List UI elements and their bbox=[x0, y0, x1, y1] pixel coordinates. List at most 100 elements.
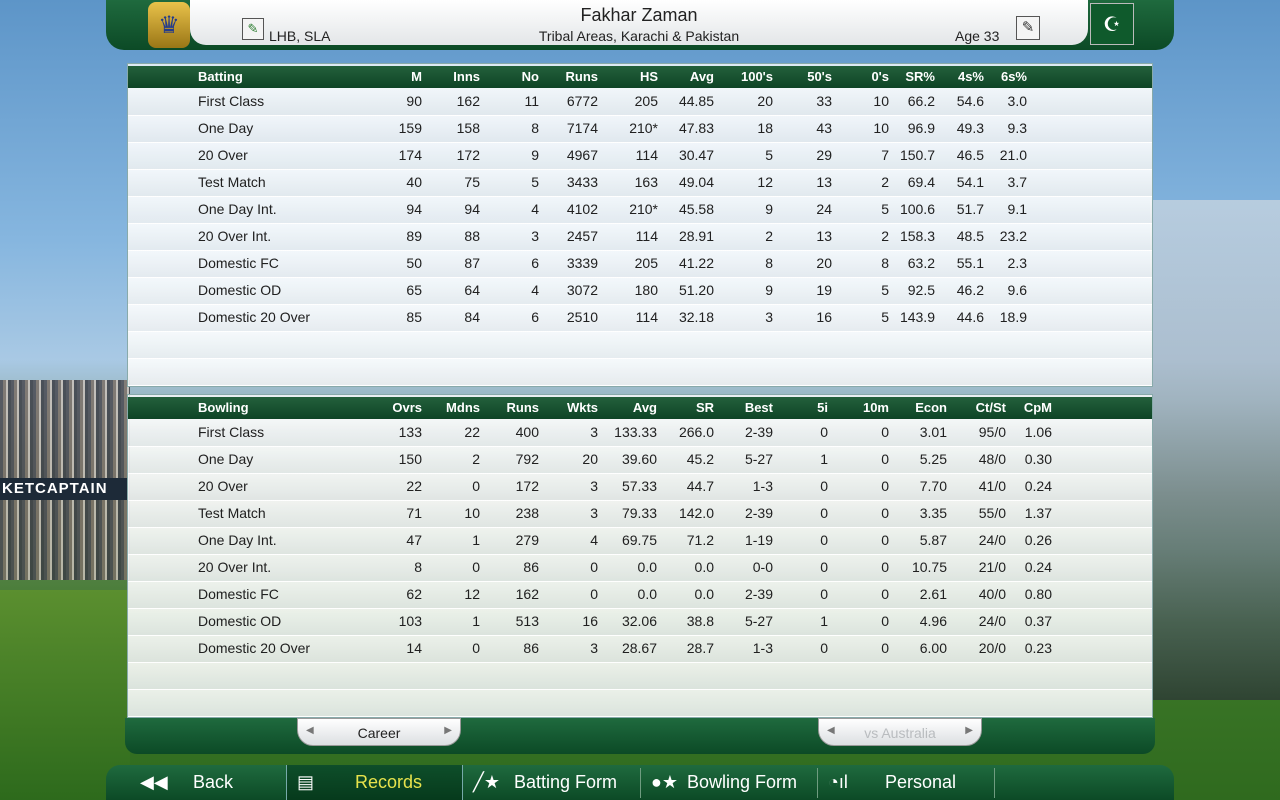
stat-cell: 2 bbox=[765, 228, 773, 244]
batting-column-header[interactable]: No bbox=[485, 66, 539, 88]
batting-column-header[interactable]: SR% bbox=[890, 66, 935, 88]
edit-icon[interactable]: ✎ bbox=[1016, 16, 1040, 40]
batting-column-header[interactable]: Inns bbox=[426, 66, 480, 88]
stat-cell: 133 bbox=[398, 424, 422, 440]
player-age: Age 33 bbox=[955, 28, 1000, 44]
stat-cell: 210* bbox=[629, 201, 658, 217]
stat-cell: 3.01 bbox=[919, 424, 947, 440]
stat-cell: 174 bbox=[398, 147, 422, 163]
stat-cell: 1.06 bbox=[1024, 424, 1052, 440]
stat-cell: 50 bbox=[406, 255, 422, 271]
bowling-column-header[interactable]: Wkts bbox=[541, 397, 598, 419]
bowling-column-header[interactable]: Mdns bbox=[426, 397, 480, 419]
stat-cell: 5-27 bbox=[744, 613, 773, 629]
bowling-column-header[interactable]: Avg bbox=[599, 397, 657, 419]
bowling-column-header[interactable]: Bowling bbox=[198, 397, 368, 419]
bowling-column-header[interactable]: Best bbox=[721, 397, 773, 419]
batting-column-header[interactable]: 50's bbox=[780, 66, 832, 88]
stat-cell: 69.75 bbox=[621, 532, 657, 548]
arrow-right-icon[interactable]: ▶ bbox=[444, 725, 452, 736]
batting-column-header[interactable]: M bbox=[368, 66, 422, 88]
table-row: First Class 90 162 11 6772 205 44.85 20 33 10 66.2… bbox=[128, 88, 1152, 116]
stat-cell: 43 bbox=[816, 120, 832, 136]
bowling-form-tab[interactable]: ●★ Bowling Form bbox=[641, 765, 817, 800]
bowling-column-header[interactable]: Ct/St bbox=[950, 397, 1006, 419]
stat-cell: 46.5 bbox=[956, 147, 984, 163]
bowling-column-header[interactable]: 5i bbox=[780, 397, 828, 419]
batting-column-header[interactable]: 100's bbox=[721, 66, 773, 88]
stat-cell: 8 bbox=[881, 255, 889, 271]
stat-cell: 0 bbox=[881, 505, 889, 521]
arrow-left-icon[interactable]: ◀ bbox=[306, 725, 314, 736]
batting-column-header[interactable]: Avg bbox=[660, 66, 714, 88]
personal-tab[interactable]: ◔ıl Personal bbox=[818, 765, 994, 800]
stat-cell: 205 bbox=[634, 255, 658, 271]
stat-cell: 279 bbox=[515, 532, 539, 548]
stat-cell: 162 bbox=[456, 93, 480, 109]
stat-cell: 1-19 bbox=[744, 532, 773, 548]
stat-cell: 159 bbox=[398, 120, 422, 136]
stat-cell: 9.1 bbox=[1007, 201, 1027, 217]
opponent-selector[interactable]: ◀ vs Australia ▶ bbox=[818, 718, 982, 746]
stat-cell: 3 bbox=[765, 309, 773, 325]
stat-cell: 0 bbox=[590, 559, 598, 575]
batting-column-header[interactable]: Runs bbox=[541, 66, 599, 88]
batting-column-header[interactable]: 4s% bbox=[938, 66, 984, 88]
stat-cell: 94 bbox=[406, 201, 422, 217]
stat-cell: 9.6 bbox=[1007, 282, 1027, 298]
bowling-column-header[interactable]: Econ bbox=[890, 397, 947, 419]
stat-cell: 40 bbox=[406, 174, 422, 190]
batting-column-header[interactable]: Batting bbox=[198, 66, 368, 88]
stat-cell: 4 bbox=[531, 201, 539, 217]
stat-cell: 0 bbox=[590, 586, 598, 602]
arrow-left-icon[interactable]: ◀ bbox=[827, 725, 835, 736]
stat-cell: 44.85 bbox=[678, 93, 714, 109]
bowling-column-header[interactable]: CpM bbox=[1008, 397, 1052, 419]
stat-cell: 84 bbox=[464, 309, 480, 325]
table-row: One Day Int. 94 94 4 4102 210* 45.58 9 24 5 100.6 5… bbox=[128, 196, 1152, 224]
bowling-column-header[interactable]: Ovrs bbox=[368, 397, 422, 419]
stat-cell: 162 bbox=[515, 586, 539, 602]
stat-cell: 75 bbox=[464, 174, 480, 190]
bowling-column-header[interactable]: 10m bbox=[839, 397, 889, 419]
batting-column-header[interactable]: 0's bbox=[839, 66, 889, 88]
stat-cell: 5.87 bbox=[919, 532, 947, 548]
back-button[interactable]: ◀◀ Back bbox=[130, 765, 285, 800]
stat-cell: 12 bbox=[464, 586, 480, 602]
stat-cell: 86 bbox=[523, 559, 539, 575]
row-label: Domestic FC bbox=[198, 255, 279, 271]
bowling-header-row: Bowling Ovrs Mdns Runs Wkts Avg SR Best 5i 10m Eco… bbox=[128, 397, 1152, 419]
stat-cell: 5 bbox=[531, 174, 539, 190]
stat-cell: 51.7 bbox=[956, 201, 984, 217]
table-row: 20 Over Int. 8 0 86 0 0.0 0.0 0-0 0 0 10.75 21/0 0.2… bbox=[128, 554, 1152, 582]
batting-form-tab[interactable]: ╱★ Batting Form bbox=[463, 765, 640, 800]
stat-cell: 1 bbox=[472, 613, 480, 629]
career-selector[interactable]: ◀ Career ▶ bbox=[297, 718, 461, 746]
arrow-right-icon[interactable]: ▶ bbox=[965, 725, 973, 736]
batting-column-header[interactable]: 6s% bbox=[986, 66, 1027, 88]
empty-row bbox=[128, 689, 1152, 717]
table-row: 20 Over 22 0 172 3 57.33 44.7 1-3 0 0 7.70 41/0 0.24 bbox=[128, 473, 1152, 501]
stat-cell: 89 bbox=[406, 228, 422, 244]
player-name: Fakhar Zaman bbox=[580, 5, 698, 25]
stat-cell: 3 bbox=[590, 505, 598, 521]
cricket-ball-icon: ●★ bbox=[651, 772, 679, 792]
table-row: Domestic OD 103 1 513 16 32.06 38.8 5-27 1 0 4.96 2… bbox=[128, 608, 1152, 636]
stat-cell: 54.6 bbox=[956, 93, 984, 109]
stat-cell: 62 bbox=[406, 586, 422, 602]
stat-cell: 2 bbox=[881, 174, 889, 190]
stat-cell: 87 bbox=[464, 255, 480, 271]
batting-column-header[interactable]: HS bbox=[599, 66, 658, 88]
records-tab[interactable]: ▤ Records bbox=[286, 765, 463, 800]
stat-cell: 65 bbox=[406, 282, 422, 298]
stat-cell: 2510 bbox=[566, 309, 598, 325]
stat-cell: 0.0 bbox=[694, 559, 714, 575]
stat-cell: 69.4 bbox=[907, 174, 935, 190]
stat-cell: 0 bbox=[881, 478, 889, 494]
stat-cell: 64 bbox=[464, 282, 480, 298]
bowling-column-header[interactable]: Runs bbox=[485, 397, 540, 419]
stat-cell: 2 bbox=[472, 451, 480, 467]
bowling-column-header[interactable]: SR bbox=[660, 397, 714, 419]
stat-cell: 4 bbox=[531, 282, 539, 298]
stat-cell: 0 bbox=[881, 451, 889, 467]
